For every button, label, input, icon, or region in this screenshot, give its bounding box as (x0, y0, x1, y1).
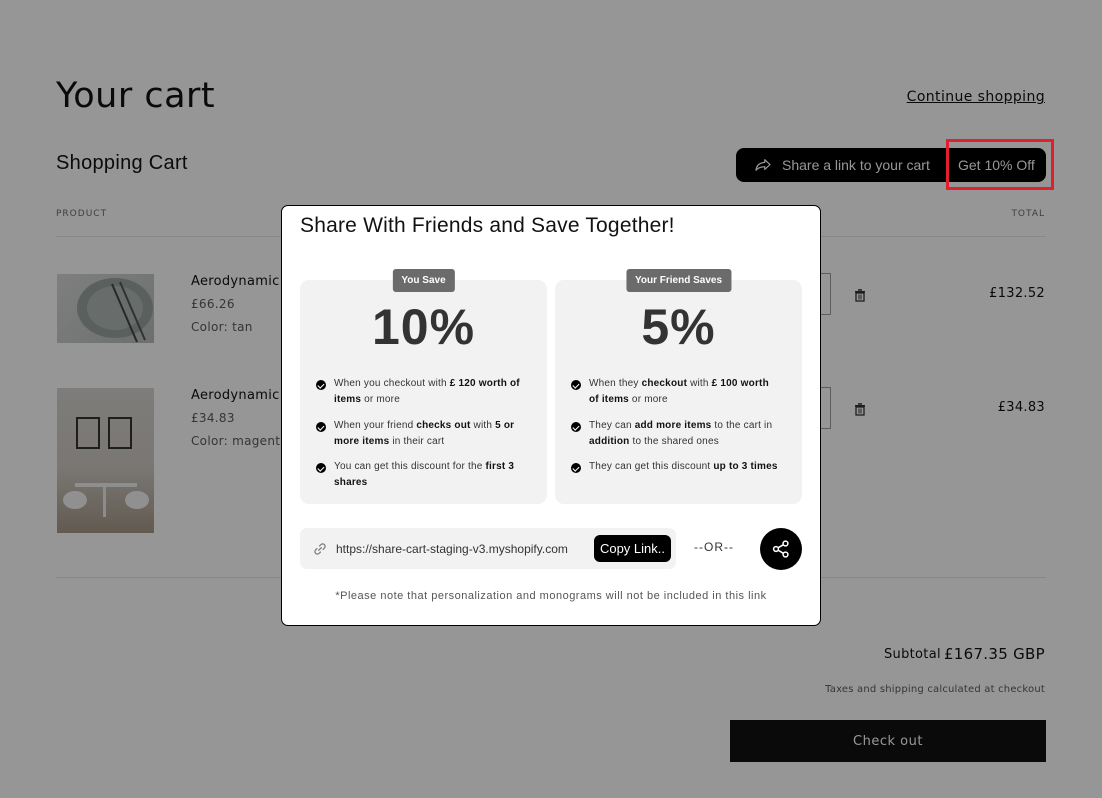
trash-icon[interactable] (853, 288, 867, 302)
share-link-button[interactable]: Share a link to your cart (736, 148, 930, 182)
share-icon (772, 540, 789, 558)
share-link-url[interactable]: https://share-cart-staging-v3.myshopify.… (336, 542, 568, 556)
share-modal: Share With Friends and Save Together! Yo… (281, 205, 821, 626)
discount-percent: 5% (641, 299, 716, 355)
check-icon (316, 463, 326, 473)
checkout-button[interactable]: Check out (730, 720, 1046, 762)
subtotal-value: £167.35 GBP (943, 645, 1045, 663)
modal-note: *Please note that personalization and mo… (335, 590, 767, 602)
discount-percent: 10% (371, 299, 476, 355)
page-title: Your cart (56, 76, 216, 116)
share-button[interactable] (760, 528, 802, 570)
section-title: Shopping Cart (56, 152, 188, 174)
share-arrow-icon (755, 159, 771, 171)
copy-link-button[interactable]: Copy Link.. (593, 535, 671, 562)
benefit-row: You can get this discount for the first … (316, 459, 526, 491)
product-name[interactable]: Aerodynamic M (191, 274, 296, 289)
product-image[interactable] (57, 274, 154, 343)
tax-note: Taxes and shipping calculated at checkou… (825, 684, 1045, 695)
check-icon (571, 463, 581, 473)
room-image-icon (63, 417, 149, 517)
card-tag: You Save (392, 269, 455, 292)
highlight-box (946, 139, 1054, 190)
check-icon (316, 380, 326, 390)
line-total: £132.52 (989, 286, 1045, 301)
benefit-row: When your friend checks out with 5 or mo… (316, 418, 526, 450)
column-header-total: TOTAL (1011, 209, 1045, 219)
modal-title: Share With Friends and Save Together! (300, 214, 675, 237)
line-total: £34.83 (997, 400, 1045, 415)
benefit-row: They can get this discount up to 3 times (571, 459, 781, 475)
product-price: £66.26 (191, 297, 235, 311)
column-header-product: PRODUCT (56, 209, 108, 219)
product-price: £34.83 (191, 411, 235, 425)
trash-icon[interactable] (853, 402, 867, 416)
check-icon (316, 422, 326, 432)
product-variant: Color: tan (191, 320, 253, 334)
card-tag: Your Friend Saves (625, 269, 732, 292)
link-icon (314, 542, 326, 555)
check-icon (571, 422, 581, 432)
you-save-card: You Save 10% When you checkout with £ 12… (300, 269, 547, 504)
subtotal-label: Subtotal (884, 647, 941, 662)
or-divider: --OR-- (694, 540, 734, 554)
check-icon (571, 380, 581, 390)
friend-saves-card: Your Friend Saves 5% When they checkout … (555, 269, 802, 504)
product-name[interactable]: Aerodynamic A (191, 388, 293, 403)
continue-shopping-link[interactable]: Continue shopping (907, 89, 1045, 105)
product-image[interactable] (57, 388, 154, 533)
benefit-row: When you checkout with £ 120 worth of it… (316, 376, 526, 408)
share-link-label: Share a link to your cart (782, 157, 930, 173)
plate-image-icon (77, 278, 153, 343)
benefit-row: They can add more items to the cart in a… (571, 418, 781, 450)
benefit-row: When they checkout with £ 100 worth of i… (571, 376, 781, 408)
product-variant: Color: magenta (191, 434, 288, 448)
share-link-field[interactable]: https://share-cart-staging-v3.myshopify.… (300, 528, 676, 569)
